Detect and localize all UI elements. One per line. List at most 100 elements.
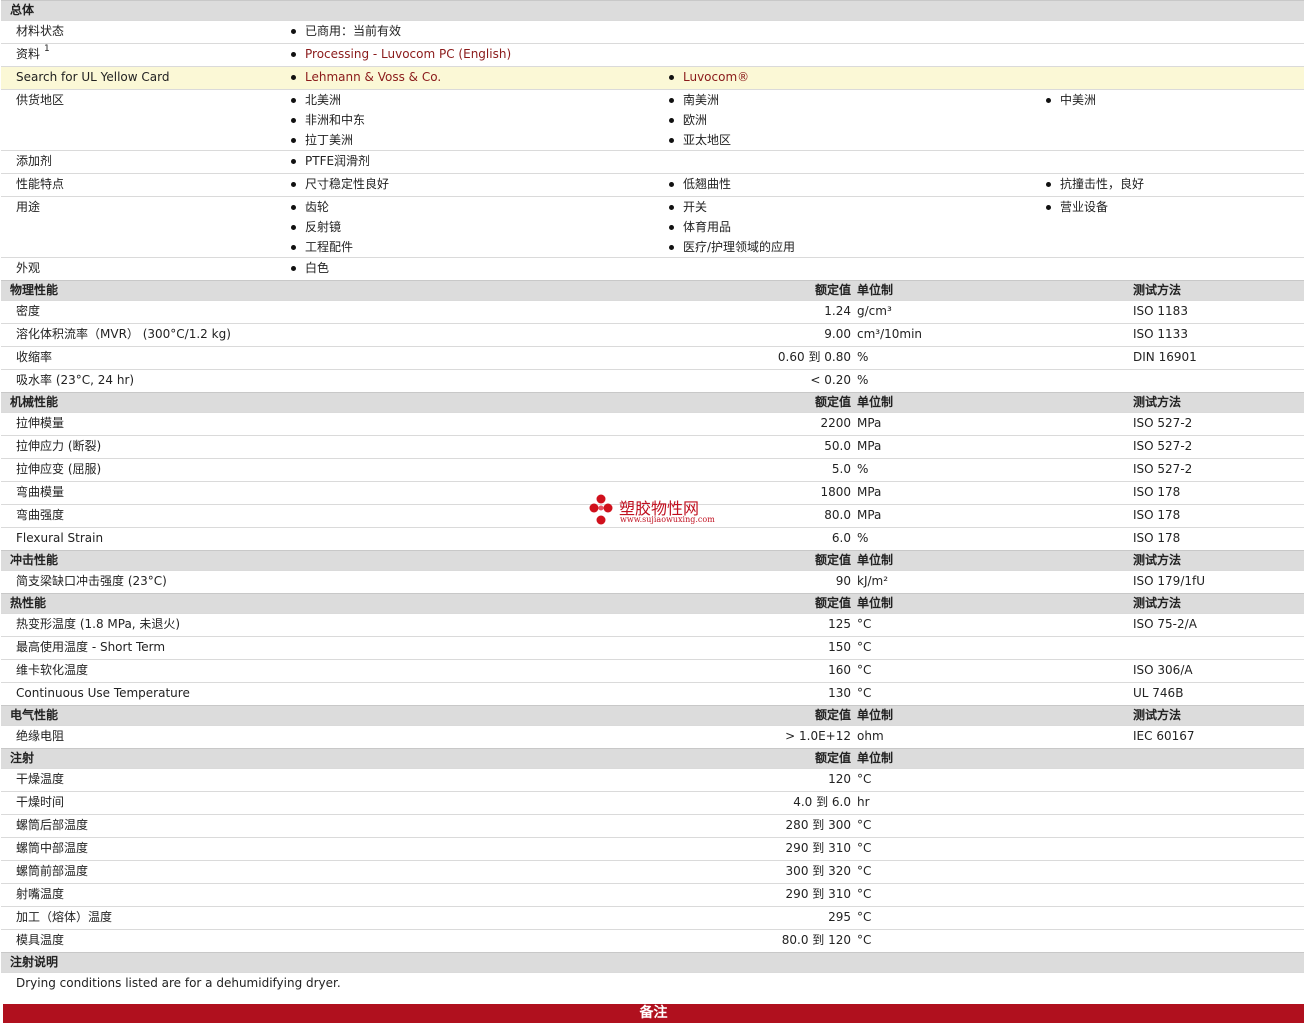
row-label: 用途 [1,196,287,258]
bullet-list: 已商用：当前有效 [287,22,1304,42]
item-text: 亚太地区 [683,133,732,147]
property-row: 最高使用温度 - Short Term 150 °C [1,636,1304,660]
property-test-method: ISO 1183 [1133,300,1304,324]
bullet-icon [291,181,296,187]
property-label: 绝缘电阻 [1,725,287,749]
property-label: 收缩率 [1,346,287,370]
property-test-method: ISO 527-2 [1133,458,1304,482]
item-text: 欧洲 [683,113,708,127]
item-link[interactable]: Processing - Luvocom PC (English) [305,45,511,65]
property-value: 295 [287,906,851,930]
bullet-item: 体育用品 [669,217,1046,237]
property-test-method: ISO 75-2/A [1133,613,1304,637]
property-row: 螺筒后部温度 280 到 300 °C [1,814,1304,838]
property-row: Flexural Strain 6.0% ISO 178 [1,527,1304,551]
bullet-item: 开关 [669,198,1046,218]
row-label-text: 用途 [16,200,41,214]
item-text: 抗撞击性，良好 [1060,177,1145,191]
bullet-list: 北美洲 南美洲 中美洲 非洲和中东 欧洲 拉丁美洲 亚太地区 [287,91,1304,151]
property-row: 加工（熔体）温度 295 °C [1,906,1304,930]
header-rated-value: 额定值 [287,748,851,769]
section-title: 冲击性能 [1,550,287,571]
property-label: 拉伸模量 [1,412,287,436]
property-row: 拉伸应力 (断裂) 50.0 MPa ISO 527-2 [1,435,1304,459]
bullet-item: 亚太地区 [669,130,1046,150]
section-title: 电气性能 [1,705,287,726]
property-value: 1800 [287,481,851,505]
property-unit: hr [851,791,1133,815]
item-text: 反射镜 [305,220,342,234]
property-test-method: ISO 178 [1133,504,1304,528]
bullet-icon [291,117,296,123]
row-values: 尺寸稳定性良好 低翘曲性 抗撞击性，良好 [287,173,1304,197]
header-unit: 单位制 [851,593,1133,614]
property-unit: % [851,527,1133,551]
row-values: 齿轮 开关 营业设备 反射镜 体育用品 工程配件 医疗/护理领域的应用 [287,196,1304,258]
property-row: 维卡软化温度 160 °C ISO 306/A [1,659,1304,683]
general-row: 供货地区 北美洲 南美洲 中美洲 非洲和中东 欧洲 拉丁美洲 亚太地区 [1,89,1304,151]
property-unit: °C [851,768,1133,792]
item-link[interactable]: Luvocom® [683,68,749,88]
bullet-icon [669,137,674,143]
property-test-method: ISO 527-2 [1133,412,1304,436]
property-row: 干燥温度 120 °C [1,768,1304,792]
header-unit: 单位制 [851,550,1133,571]
property-row: 密度 1.24 g/cm³ ISO 1183 [1,300,1304,324]
item-text: 工程配件 [305,240,354,254]
section-header: 电气性能 额定值 单位制 测试方法 [1,705,1304,726]
property-test-method [1133,837,1304,861]
row-label-text: 添加剂 [16,154,53,168]
property-label: 最高使用温度 - Short Term [1,636,287,660]
property-unit: kJ/m² [851,570,1133,594]
bullet-item[interactable]: Lehmann & Voss & Co. [291,68,669,88]
item-text: 医疗/护理领域的应用 [683,240,796,254]
general-row: 添加剂 PTFE润滑剂 [1,150,1304,174]
bullet-icon [291,224,296,230]
bullet-item: 已商用：当前有效 [291,22,669,42]
bullet-icon [669,224,674,230]
bullet-list: 齿轮 开关 营业设备 反射镜 体育用品 工程配件 医疗/护理领域的应用 [287,198,1304,258]
row-label: 资料 1 [1,43,287,67]
property-value: 120 [287,768,851,792]
header-test-method: 测试方法 [1133,392,1304,413]
property-row: 吸水率 (23°C, 24 hr) < 0.20% [1,369,1304,393]
property-label: 螺筒后部温度 [1,814,287,838]
property-value: < 0.20 [287,369,851,393]
bullet-item: 拉丁美洲 [291,130,669,150]
property-test-method: ISO 178 [1133,481,1304,505]
property-unit: °C [851,837,1133,861]
bullet-icon [1046,97,1051,103]
bullet-item: 低翘曲性 [669,175,1046,195]
property-label: 弯曲模量 [1,481,287,505]
item-text: 南美洲 [683,93,720,107]
item-link[interactable]: Lehmann & Voss & Co. [305,68,441,88]
bullet-icon [291,74,296,80]
row-label: 添加剂 [1,150,287,174]
property-test-method [1133,791,1304,815]
property-value: 290 到 310 [287,883,851,907]
bullet-item [1046,110,1302,130]
property-row: 收缩率 0.60 到 0.80% DIN 16901 [1,346,1304,370]
property-unit: MPa [851,504,1133,528]
datasheet: 总体 材料状态 已商用：当前有效 资料 1 Processing - Luvocom PC… [0,0,1304,1023]
bullet-item: 齿轮 [291,198,669,218]
bullet-item[interactable]: Processing - Luvocom PC (English) [291,45,669,65]
bullet-item[interactable]: Luvocom® [669,68,1046,88]
property-unit: °C [851,860,1133,884]
header-test-method [1133,748,1304,769]
property-label: 模具温度 [1,929,287,953]
row-label-text: 材料状态 [16,24,65,38]
property-test-method: ISO 527-2 [1133,435,1304,459]
property-row: 射嘴温度 290 到 310 °C [1,883,1304,907]
item-text: 开关 [683,200,708,214]
section-title: 物理性能 [1,280,287,301]
property-label: 射嘴温度 [1,883,287,907]
general-row: 用途 齿轮 开关 营业设备 反射镜 体育用品 工程配件 医疗/护理领域的应用 [1,196,1304,258]
bullet-icon [669,244,674,250]
property-label: 拉伸应力 (断裂) [1,435,287,459]
footer-notes-bar: 备注 [3,1004,1304,1023]
bullet-icon [291,137,296,143]
property-value: 4.0 到 6.0 [287,791,851,815]
property-row: 螺筒前部温度 300 到 320 °C [1,860,1304,884]
property-value: 0.60 到 0.80 [287,346,851,370]
